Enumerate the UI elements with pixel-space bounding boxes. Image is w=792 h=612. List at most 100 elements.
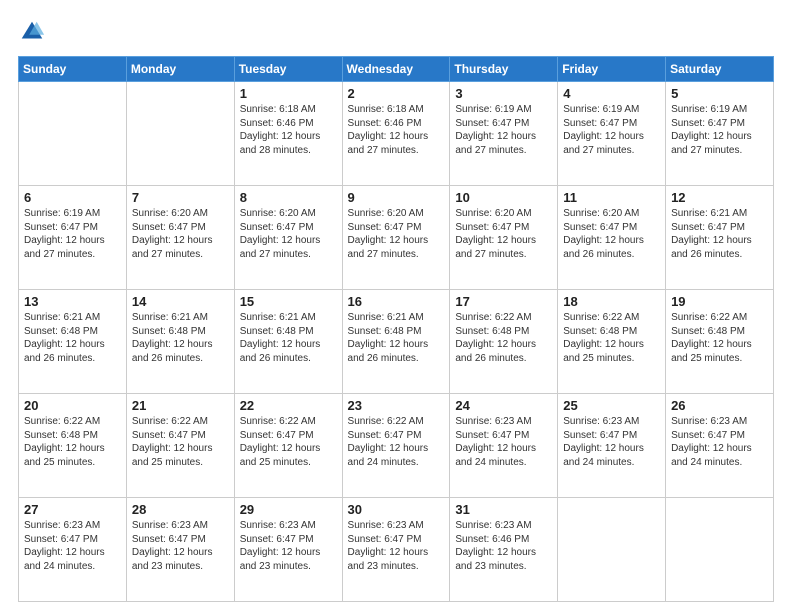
calendar-cell: 4 Sunrise: 6:19 AMSunset: 6:47 PMDaylight… [558, 82, 666, 186]
calendar-cell: 5 Sunrise: 6:19 AMSunset: 6:47 PMDaylight… [666, 82, 774, 186]
calendar-cell: 17 Sunrise: 6:22 AMSunset: 6:48 PMDayligh… [450, 290, 558, 394]
day-info: Sunrise: 6:23 AMSunset: 6:47 PMDaylight:… [348, 519, 445, 573]
calendar-cell: 22Sunrise: 6:22 AMSunset: 6:47 PMDayligh… [234, 394, 342, 498]
day-info: Sunrise: 6:19 AMSunset: 6:47 PMDaylight:… [24, 207, 121, 261]
calendar-cell: 23 Sunrise: 6:22 AMSunset: 6:47 PMDayligh… [342, 394, 450, 498]
calendar-cell: 19 Sunrise: 6:22 AMSunset: 6:48 PMDayligh… [666, 290, 774, 394]
calendar-cell: 7 Sunrise: 6:20 AMSunset: 6:47 PMDaylight… [126, 186, 234, 290]
calendar-cell: 25 Sunrise: 6:23 AMSunset: 6:47 PMDayligh… [558, 394, 666, 498]
day-number: 26 [671, 398, 768, 413]
calendar-cell: 10 Sunrise: 6:20 AMSunset: 6:47 PMDayligh… [450, 186, 558, 290]
calendar-cell: 6Sunrise: 6:19 AMSunset: 6:47 PMDaylight… [19, 186, 127, 290]
day-number: 20 [24, 398, 121, 413]
calendar-cell: 12 Sunrise: 6:21 AMSunset: 6:47 PMDayligh… [666, 186, 774, 290]
calendar-cell: 24Sunrise: 6:23 AMSunset: 6:47 PMDayligh… [450, 394, 558, 498]
weekday-header-thursday: Thursday [450, 57, 558, 82]
header [18, 18, 774, 46]
day-info: Sunrise: 6:19 AMSunset: 6:47 PMDaylight:… [671, 103, 768, 157]
day-info: Sunrise: 6:22 AMSunset: 6:47 PMDaylight:… [240, 415, 337, 469]
day-info: Sunrise: 6:19 AMSunset: 6:47 PMDaylight:… [455, 103, 552, 157]
day-number: 13 [24, 294, 121, 309]
calendar-week-row: 27 Sunrise: 6:23 AMSunset: 6:47 PMDayligh… [19, 498, 774, 602]
day-number: 12 [671, 190, 768, 205]
day-number: 4 [563, 86, 660, 101]
day-number: 11 [563, 190, 660, 205]
calendar-cell: 30 Sunrise: 6:23 AMSunset: 6:47 PMDayligh… [342, 498, 450, 602]
day-number: 30 [348, 502, 445, 517]
day-info: Sunrise: 6:22 AMSunset: 6:48 PMDaylight:… [455, 311, 552, 365]
day-info: Sunrise: 6:22 AMSunset: 6:48 PMDaylight:… [671, 311, 768, 365]
calendar-cell: 15 Sunrise: 6:21 AMSunset: 6:48 PMDayligh… [234, 290, 342, 394]
day-number: 2 [348, 86, 445, 101]
day-number: 7 [132, 190, 229, 205]
weekday-header-saturday: Saturday [666, 57, 774, 82]
calendar-cell: 31 Sunrise: 6:23 AMSunset: 6:46 PMDayligh… [450, 498, 558, 602]
calendar-cell: 18Sunrise: 6:22 AMSunset: 6:48 PMDayligh… [558, 290, 666, 394]
day-number: 3 [455, 86, 552, 101]
calendar-cell: 21 Sunrise: 6:22 AMSunset: 6:47 PMDayligh… [126, 394, 234, 498]
day-number: 14 [132, 294, 229, 309]
calendar-cell: 27 Sunrise: 6:23 AMSunset: 6:47 PMDayligh… [19, 498, 127, 602]
calendar-cell: 13 Sunrise: 6:21 AMSunset: 6:48 PMDayligh… [19, 290, 127, 394]
day-info: Sunrise: 6:20 AMSunset: 6:47 PMDaylight:… [455, 207, 552, 261]
day-number: 10 [455, 190, 552, 205]
calendar-header-row: SundayMondayTuesdayWednesdayThursdayFrid… [19, 57, 774, 82]
day-number: 5 [671, 86, 768, 101]
day-info: Sunrise: 6:21 AMSunset: 6:47 PMDaylight:… [671, 207, 768, 261]
calendar-week-row: 1 Sunrise: 6:18 AMSunset: 6:46 PMDaylight… [19, 82, 774, 186]
day-info: Sunrise: 6:22 AMSunset: 6:48 PMDaylight:… [563, 311, 660, 365]
day-info: Sunrise: 6:18 AMSunset: 6:46 PMDaylight:… [348, 103, 445, 157]
day-number: 29 [240, 502, 337, 517]
calendar-cell: 11Sunrise: 6:20 AMSunset: 6:47 PMDayligh… [558, 186, 666, 290]
day-info: Sunrise: 6:21 AMSunset: 6:48 PMDaylight:… [132, 311, 229, 365]
day-info: Sunrise: 6:20 AMSunset: 6:47 PMDaylight:… [240, 207, 337, 261]
calendar-cell [19, 82, 127, 186]
day-info: Sunrise: 6:23 AMSunset: 6:46 PMDaylight:… [455, 519, 552, 573]
day-number: 9 [348, 190, 445, 205]
calendar-cell: 1 Sunrise: 6:18 AMSunset: 6:46 PMDaylight… [234, 82, 342, 186]
calendar-cell: 28 Sunrise: 6:23 AMSunset: 6:47 PMDayligh… [126, 498, 234, 602]
day-info: Sunrise: 6:23 AMSunset: 6:47 PMDaylight:… [24, 519, 121, 573]
logo [18, 18, 50, 46]
calendar-cell: 20 Sunrise: 6:22 AMSunset: 6:48 PMDayligh… [19, 394, 127, 498]
weekday-header-monday: Monday [126, 57, 234, 82]
calendar-cell [126, 82, 234, 186]
calendar-table: SundayMondayTuesdayWednesdayThursdayFrid… [18, 56, 774, 602]
day-info: Sunrise: 6:22 AMSunset: 6:47 PMDaylight:… [132, 415, 229, 469]
calendar-cell: 2 Sunrise: 6:18 AMSunset: 6:46 PMDaylight… [342, 82, 450, 186]
calendar-week-row: 20 Sunrise: 6:22 AMSunset: 6:48 PMDayligh… [19, 394, 774, 498]
weekday-header-wednesday: Wednesday [342, 57, 450, 82]
day-number: 27 [24, 502, 121, 517]
day-number: 23 [348, 398, 445, 413]
day-number: 15 [240, 294, 337, 309]
day-info: Sunrise: 6:21 AMSunset: 6:48 PMDaylight:… [240, 311, 337, 365]
weekday-header-tuesday: Tuesday [234, 57, 342, 82]
day-info: Sunrise: 6:22 AMSunset: 6:48 PMDaylight:… [24, 415, 121, 469]
day-number: 28 [132, 502, 229, 517]
day-info: Sunrise: 6:23 AMSunset: 6:47 PMDaylight:… [240, 519, 337, 573]
day-number: 19 [671, 294, 768, 309]
day-info: Sunrise: 6:21 AMSunset: 6:48 PMDaylight:… [348, 311, 445, 365]
page: SundayMondayTuesdayWednesdayThursdayFrid… [0, 0, 792, 612]
day-info: Sunrise: 6:20 AMSunset: 6:47 PMDaylight:… [132, 207, 229, 261]
day-info: Sunrise: 6:19 AMSunset: 6:47 PMDaylight:… [563, 103, 660, 157]
day-info: Sunrise: 6:22 AMSunset: 6:47 PMDaylight:… [348, 415, 445, 469]
calendar-cell: 26Sunrise: 6:23 AMSunset: 6:47 PMDayligh… [666, 394, 774, 498]
weekday-header-sunday: Sunday [19, 57, 127, 82]
calendar-cell: 3 Sunrise: 6:19 AMSunset: 6:47 PMDaylight… [450, 82, 558, 186]
logo-icon [18, 18, 46, 46]
calendar-cell: 14 Sunrise: 6:21 AMSunset: 6:48 PMDayligh… [126, 290, 234, 394]
day-info: Sunrise: 6:18 AMSunset: 6:46 PMDaylight:… [240, 103, 337, 157]
calendar-cell: 16Sunrise: 6:21 AMSunset: 6:48 PMDayligh… [342, 290, 450, 394]
day-number: 21 [132, 398, 229, 413]
day-info: Sunrise: 6:23 AMSunset: 6:47 PMDaylight:… [132, 519, 229, 573]
calendar-cell: 29 Sunrise: 6:23 AMSunset: 6:47 PMDayligh… [234, 498, 342, 602]
day-number: 1 [240, 86, 337, 101]
weekday-header-friday: Friday [558, 57, 666, 82]
day-number: 8 [240, 190, 337, 205]
day-number: 17 [455, 294, 552, 309]
day-info: Sunrise: 6:21 AMSunset: 6:48 PMDaylight:… [24, 311, 121, 365]
day-number: 31 [455, 502, 552, 517]
day-number: 25 [563, 398, 660, 413]
day-info: Sunrise: 6:23 AMSunset: 6:47 PMDaylight:… [563, 415, 660, 469]
